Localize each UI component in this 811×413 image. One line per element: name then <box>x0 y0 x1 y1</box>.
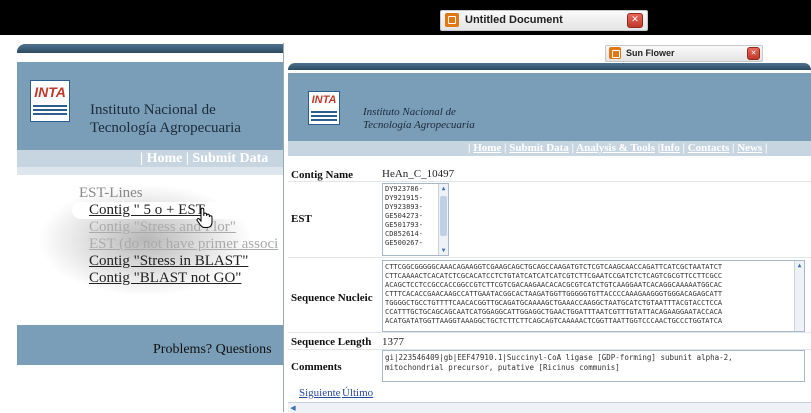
front-institute-line2: Tecnología Agropecuaria <box>363 119 475 131</box>
sequence-line: ACATGATATGGTTAAGGTAAAGGCTGCTCTTCTTCAGCAG… <box>385 317 723 325</box>
comments-line: mitochondrial precursor, putative [Ricin… <box>385 363 620 372</box>
front-window-tab[interactable]: Sun Flower ✕ <box>605 45 763 62</box>
close-icon[interactable]: ✕ <box>747 47 760 60</box>
last-link[interactable]: Último <box>342 387 373 399</box>
document-icon <box>609 47 621 59</box>
back-logo: INTA <box>30 80 70 122</box>
scroll-down-icon[interactable]: ▼ <box>439 246 448 255</box>
sequence-line: TGGGGCTGCCTGTTTTCAACACGGTTGCAGATGCAAAAGC… <box>385 299 723 307</box>
comments-label: Comments <box>291 361 342 373</box>
back-link-contig-stress-blast[interactable]: Contig "Stress in BLAST" <box>89 253 248 270</box>
est-label: EST <box>291 213 312 225</box>
nav-contacts[interactable]: Contacts <box>688 142 730 154</box>
back-window-title: Untitled Document <box>465 14 563 26</box>
back-institute-line1: Instituto Nacional de <box>90 102 216 118</box>
sequence-scrollbar[interactable]: ▲ <box>794 261 804 331</box>
contig-name-label: Contig Name <box>291 169 354 181</box>
back-link-est-no-primer[interactable]: EST (do not have primer associ <box>89 236 278 253</box>
document-icon <box>445 13 459 27</box>
front-logo: INTA <box>308 91 340 125</box>
nav-news[interactable]: News <box>737 142 762 154</box>
sequence-line: ACAGCTCCTCCGCCACCGGCCGTCTTCGTCGACAAGAACA… <box>385 281 723 289</box>
horizontal-scrollbar[interactable]: ◀ <box>288 402 811 413</box>
nav-home[interactable]: Home <box>473 142 501 154</box>
sequence-line: CTTCGGCGGGGGCAAACAGAAGGTCGAAGCAGCTGCAGCC… <box>385 263 723 271</box>
front-institute-line1: Instituto Nacional de <box>363 106 456 118</box>
screen-top-bar <box>0 0 811 35</box>
nav-info[interactable]: Info <box>660 142 680 154</box>
est-list[interactable]: DY923786- DY921915- DY923893- GE504273- … <box>382 183 449 256</box>
back-institute-line2: Tecnología Agropecuaria <box>90 120 241 136</box>
front-window-top-bar <box>288 63 811 70</box>
front-window-title: Sun Flower <box>626 48 675 58</box>
sequence-nucleic-label: Sequence Nucleic <box>291 292 373 304</box>
front-nav-bar: | Home | Submit Data | Analysis & Tools … <box>288 141 811 156</box>
contig-name-value: HeAn_C_10497 <box>382 168 455 180</box>
next-link[interactable]: Siguiente <box>299 387 341 399</box>
scroll-up-icon[interactable]: ▲ <box>439 184 448 193</box>
back-link-contig-blast-not-go[interactable]: Contig "BLAST not GO" <box>89 270 241 287</box>
sequence-line: CTTCAAAACTCACATCTCGCACATCCTCTGTATCATCATC… <box>385 272 723 280</box>
back-link-contig-5[interactable]: Contig " 5 o + EST <box>89 202 205 219</box>
sequence-length-label: Sequence Length <box>291 336 372 348</box>
scroll-up-icon[interactable]: ▲ <box>795 261 804 270</box>
sequence-line: CTTTCACACCGAACAAGCCATTGAATACGGCACTAAGATG… <box>385 290 723 298</box>
back-link-est-lines[interactable]: EST-Lines <box>79 185 143 202</box>
back-footer-text: Problems? Questions <box>153 342 272 357</box>
back-nav-links[interactable]: | Home | Submit Data <box>140 151 268 167</box>
scroll-thumb[interactable] <box>440 196 447 236</box>
nav-analysis-tools[interactable]: Analysis & Tools <box>576 142 655 154</box>
back-nav-shadow <box>17 167 288 175</box>
comments-line: gi|223546409|gb|EEF47910.1|Succinyl-CoA … <box>385 353 733 362</box>
back-window-top-bar <box>17 44 317 53</box>
sequence-box[interactable]: CTTCGGCGGGGGCAAACAGAAGGTCGAAGCAGCTGCAGCC… <box>382 260 805 332</box>
sequence-length-value: 1377 <box>382 336 404 348</box>
back-window-tab[interactable]: Untitled Document ✕ <box>440 10 648 31</box>
close-icon[interactable]: ✕ <box>627 13 643 28</box>
hand-cursor-icon <box>196 207 213 228</box>
comments-box[interactable]: gi|223546409|gb|EEF47910.1|Succinyl-CoA … <box>382 350 805 382</box>
nav-submit-data[interactable]: Submit Data <box>509 142 569 154</box>
sequence-line: CCATTTGCTGCAGCAGCAATCATGGAGGCATTGGAGGCTG… <box>385 308 723 316</box>
est-scrollbar[interactable]: ▲ ▼ <box>438 184 448 255</box>
